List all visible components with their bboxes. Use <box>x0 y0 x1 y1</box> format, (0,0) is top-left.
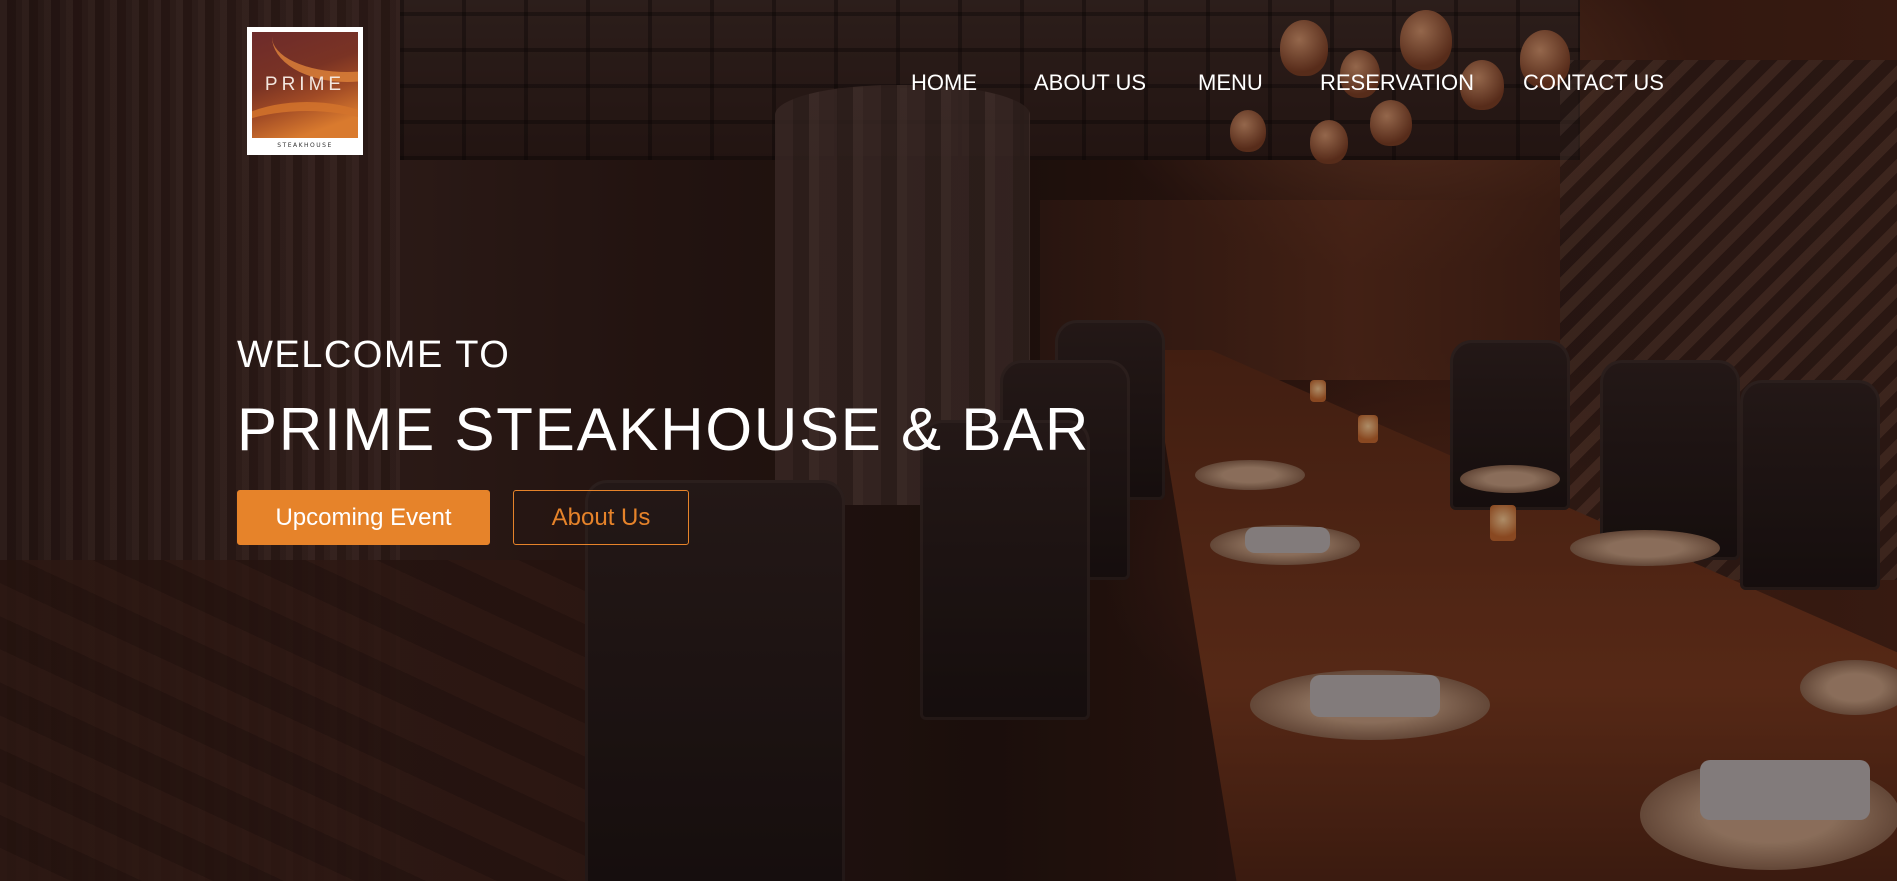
nav-reservation[interactable]: RESERVATION <box>1320 70 1474 96</box>
brand-logo[interactable]: PRIME STEAKHOUSE <box>247 27 363 155</box>
nav-about-us[interactable]: ABOUT US <box>1034 70 1146 96</box>
hero-title: PRIME STEAKHOUSE & BAR <box>237 396 1091 463</box>
hero-welcome: WELCOME TO <box>237 334 511 376</box>
logo-band-decor <box>252 102 358 138</box>
nav-contact-us[interactable]: CONTACT US <box>1523 70 1664 96</box>
nav-menu[interactable]: MENU <box>1198 70 1263 96</box>
nav-home[interactable]: HOME <box>911 70 977 96</box>
logo-tagline: STEAKHOUSE <box>277 142 333 149</box>
about-us-button[interactable]: About Us <box>513 490 689 545</box>
logo-icon: PRIME <box>252 32 358 138</box>
logo-name: PRIME <box>264 74 346 95</box>
upcoming-event-button[interactable]: Upcoming Event <box>237 490 490 545</box>
